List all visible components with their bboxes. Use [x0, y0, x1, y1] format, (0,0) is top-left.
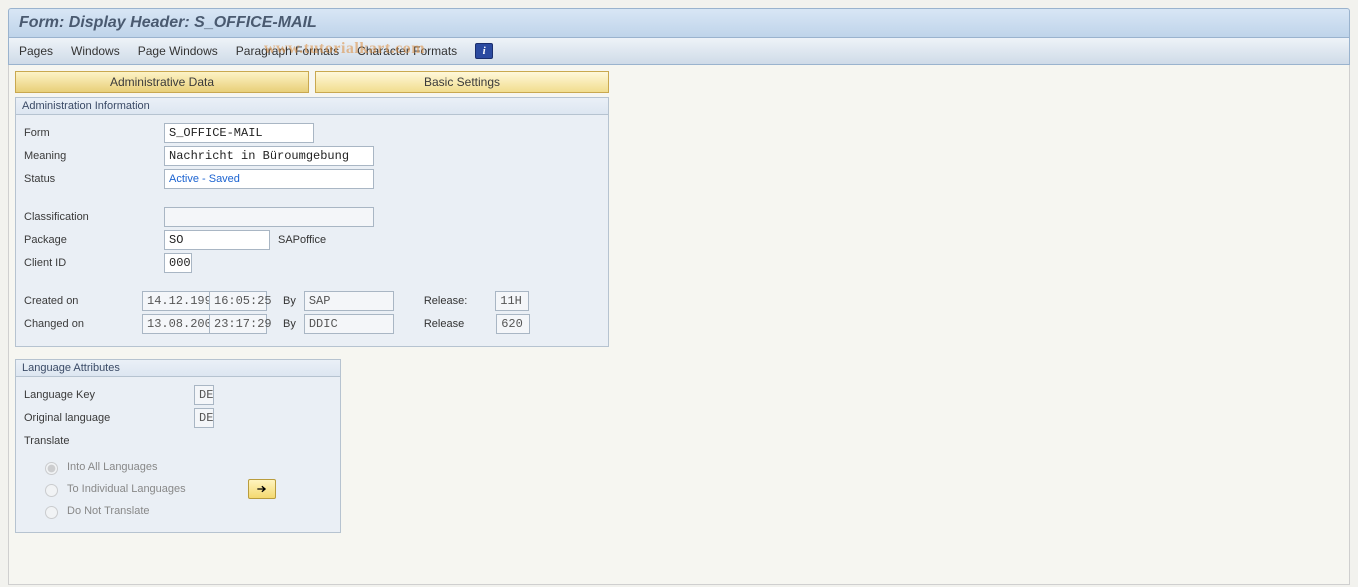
label-classification: Classification [24, 211, 164, 223]
field-changed-time: 23:17:29 [209, 314, 267, 334]
label-translate: Translate [24, 435, 164, 447]
label-created-by: By [283, 295, 296, 307]
radio-do-not-translate[interactable]: Do Not Translate [40, 500, 332, 522]
label-created-release: Release: [424, 295, 467, 307]
field-classification [164, 207, 374, 227]
group-admin-info-title: Administration Information [16, 98, 608, 115]
radio-group-translate: Into All Languages To Individual Languag… [40, 456, 332, 522]
field-client-id[interactable]: 000 [164, 253, 192, 273]
radio-to-individual-languages[interactable]: To Individual Languages [40, 478, 332, 500]
menu-character-formats[interactable]: Character Formats [357, 44, 457, 58]
field-original-language: DE [194, 408, 214, 428]
radio-into-all-languages[interactable]: Into All Languages [40, 456, 332, 478]
label-package: Package [24, 234, 164, 246]
radio-do-not-translate-input[interactable] [45, 506, 58, 519]
field-package[interactable]: SO [164, 230, 270, 250]
menu-bar: Pages Windows Page Windows Paragraph For… [8, 38, 1350, 65]
group-admin-info: Administration Information Form S_OFFICE… [15, 97, 609, 347]
tab-row: Administrative Data Basic Settings [15, 71, 1343, 93]
field-created-release: 11H [495, 291, 529, 311]
label-original-language: Original language [24, 412, 194, 424]
tab-basic-settings[interactable]: Basic Settings [315, 71, 609, 93]
content-area: Administrative Data Basic Settings Admin… [8, 65, 1350, 585]
arrow-right-button[interactable] [248, 479, 276, 499]
label-meaning: Meaning [24, 150, 164, 162]
field-form[interactable]: S_OFFICE-MAIL [164, 123, 314, 143]
radio-to-individual-languages-label: To Individual Languages [67, 483, 186, 495]
field-created-by: SAP [304, 291, 394, 311]
field-changed-by: DDIC [304, 314, 394, 334]
info-icon[interactable]: i [475, 43, 493, 59]
field-status: Active - Saved [164, 169, 374, 189]
label-form: Form [24, 127, 164, 139]
radio-into-all-languages-label: Into All Languages [67, 461, 158, 473]
arrow-right-icon [255, 482, 269, 496]
page-title: Form: Display Header: S_OFFICE-MAIL [8, 8, 1350, 38]
field-created-date: 14.12.1992 [142, 291, 210, 311]
group-language-attributes: Language Attributes Language Key DE Orig… [15, 359, 341, 533]
text-package-desc: SAPoffice [278, 234, 326, 246]
menu-pages[interactable]: Pages [19, 44, 53, 58]
label-created-on: Created on [24, 295, 142, 307]
radio-to-individual-languages-input[interactable] [45, 484, 58, 497]
menu-windows[interactable]: Windows [71, 44, 120, 58]
menu-page-windows[interactable]: Page Windows [138, 44, 218, 58]
label-language-key: Language Key [24, 389, 194, 401]
tab-administrative-data[interactable]: Administrative Data [15, 71, 309, 93]
label-client-id: Client ID [24, 257, 164, 269]
menu-paragraph-formats[interactable]: Paragraph Formats [236, 44, 339, 58]
radio-do-not-translate-label: Do Not Translate [67, 505, 150, 517]
label-status: Status [24, 173, 164, 185]
field-created-time: 16:05:25 [209, 291, 267, 311]
field-changed-date: 13.08.2002 [142, 314, 210, 334]
field-language-key: DE [194, 385, 214, 405]
label-changed-release: Release [424, 318, 464, 330]
label-changed-on: Changed on [24, 318, 142, 330]
field-meaning[interactable]: Nachricht in Büroumgebung [164, 146, 374, 166]
field-changed-release: 620 [496, 314, 530, 334]
radio-into-all-languages-input[interactable] [45, 462, 58, 475]
group-language-title: Language Attributes [16, 360, 340, 377]
label-changed-by: By [283, 318, 296, 330]
